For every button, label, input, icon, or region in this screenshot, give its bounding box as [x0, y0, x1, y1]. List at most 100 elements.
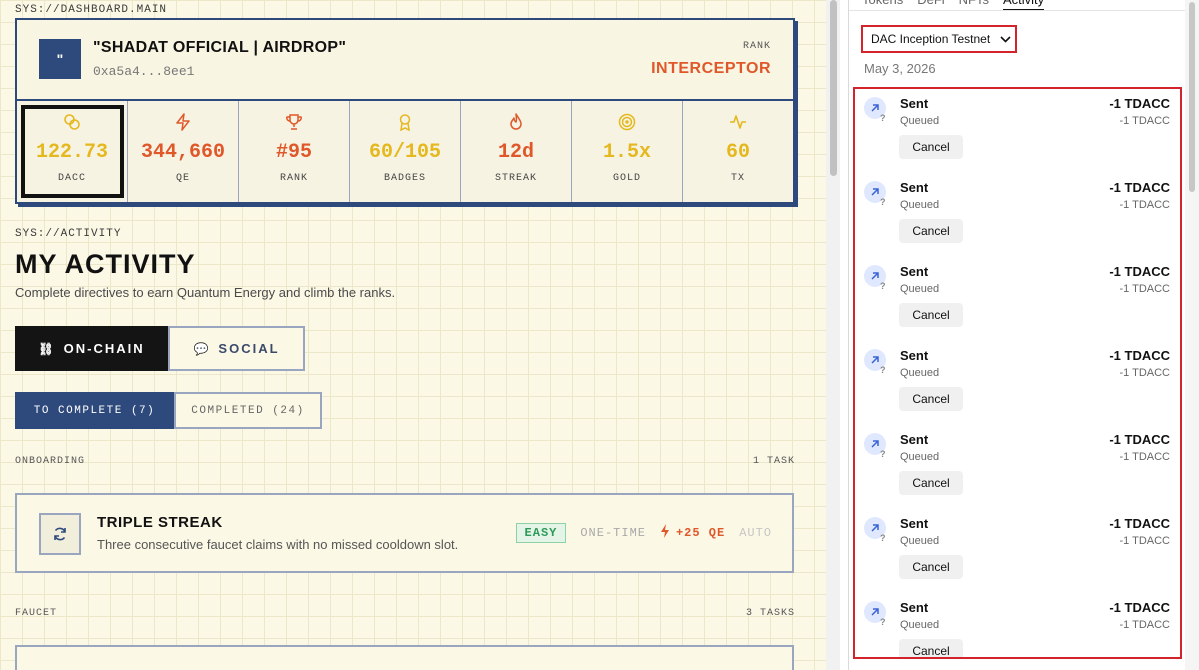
- cancel-button[interactable]: Cancel: [899, 387, 963, 411]
- rank-value: INTERCEPTOR: [651, 60, 771, 77]
- wallet-panel: Tokens DeFi NFTs Activity DAC Inception …: [849, 0, 1199, 670]
- transaction-item[interactable]: ? Sent Queued -1 TDACC -1 TDACC Cancel: [855, 509, 1180, 593]
- network-name: DAC Inception Testnet: [871, 32, 991, 46]
- section-title: ONBOARDING: [15, 456, 86, 467]
- question-icon: ?: [880, 281, 886, 291]
- tx-amount: -1 TDACC: [1109, 600, 1170, 615]
- cancel-button[interactable]: Cancel: [899, 639, 963, 657]
- cancel-button[interactable]: Cancel: [899, 555, 963, 579]
- tx-sub-amount: -1 TDACC: [1119, 115, 1170, 127]
- tab-on-chain[interactable]: ⛓ ON-CHAIN: [15, 326, 168, 371]
- wallet-scrollbar-thumb[interactable]: [1189, 2, 1195, 192]
- stat-label: RANK: [279, 173, 308, 184]
- section-title: FAUCET: [15, 608, 58, 619]
- tx-amount: -1 TDACC: [1109, 264, 1170, 279]
- dashboard-scrollbar-thumb[interactable]: [830, 0, 837, 176]
- dashboard-sys-label: SYS://DASHBOARD.MAIN: [15, 4, 168, 16]
- tx-amount: -1 TDACC: [1109, 180, 1170, 195]
- profile-card: " "SHADAT OFFICIAL | AIRDROP" 0xa5a4...8…: [15, 18, 795, 204]
- tabs-divider: [849, 10, 1185, 11]
- tx-title: Sent: [900, 516, 929, 531]
- stat-label: TX: [730, 173, 745, 184]
- tx-status: Queued: [900, 199, 940, 211]
- stat-dacc[interactable]: 122.73 DACC: [17, 101, 128, 202]
- stat-label: BADGES: [383, 173, 426, 184]
- section-count: 1 TASK: [752, 456, 795, 467]
- tx-sub-amount: -1 TDACC: [1119, 535, 1170, 547]
- tx-title: Sent: [900, 600, 929, 615]
- question-icon: ?: [880, 449, 886, 459]
- tx-amount: -1 TDACC: [1109, 96, 1170, 111]
- task-badges: EASY ONE-TIME +25 QE AUTO: [515, 523, 772, 543]
- tx-title: Sent: [900, 432, 929, 447]
- section-header-faucet: FAUCET 3 TASKS: [15, 608, 795, 619]
- tab-label: ON-CHAIN: [63, 341, 145, 356]
- tx-sub-amount: -1 TDACC: [1119, 619, 1170, 631]
- stat-gold[interactable]: 1.5x GOLD: [572, 101, 683, 202]
- task-title: TRIPLE STREAK: [97, 514, 223, 531]
- dashboard-pane: SYS://DASHBOARD.MAIN " "SHADAT OFFICIAL …: [0, 0, 826, 670]
- stat-tx[interactable]: 60 TX: [683, 101, 793, 202]
- transaction-item[interactable]: ? Sent Queued -1 TDACC -1 TDACC Cancel: [855, 425, 1180, 509]
- stat-value: 60: [725, 141, 750, 164]
- stat-rank[interactable]: #95 RANK: [239, 101, 350, 202]
- target-icon: [618, 113, 636, 133]
- cancel-button[interactable]: Cancel: [899, 135, 963, 159]
- profile-name: "SHADAT OFFICIAL | AIRDROP": [93, 39, 347, 56]
- question-icon: ?: [880, 533, 886, 543]
- stat-value: 60/105: [368, 141, 441, 164]
- transaction-item[interactable]: ? Sent Queued -1 TDACC -1 TDACC Cancel: [855, 257, 1180, 341]
- stat-streak[interactable]: 12d STREAK: [461, 101, 572, 202]
- stat-label: STREAK: [494, 173, 537, 184]
- cancel-button[interactable]: Cancel: [899, 471, 963, 495]
- tab-to-complete[interactable]: TO COMPLETE (7): [15, 392, 174, 429]
- tx-amount: -1 TDACC: [1109, 432, 1170, 447]
- stat-label: DACC: [57, 173, 86, 184]
- tx-status: Queued: [900, 367, 940, 379]
- frequency-badge: ONE-TIME: [580, 526, 646, 540]
- mode-badge: AUTO: [739, 526, 772, 540]
- stat-value: 122.73: [35, 141, 108, 164]
- section-header-onboarding: ONBOARDING 1 TASK: [15, 456, 795, 467]
- stat-label: QE: [175, 173, 190, 184]
- task-description: Three consecutive faucet claims with no …: [97, 537, 459, 552]
- section-count: 3 TASKS: [745, 608, 795, 619]
- question-icon: ?: [880, 113, 886, 123]
- stat-value: 1.5x: [602, 141, 651, 164]
- stat-qe[interactable]: 344,660 QE: [128, 101, 239, 202]
- transaction-item[interactable]: ? Sent Queued -1 TDACC -1 TDACC Cancel: [855, 593, 1180, 657]
- task-card-faucet[interactable]: [15, 645, 794, 670]
- difficulty-badge: EASY: [515, 523, 567, 543]
- transaction-item[interactable]: ? Sent Queued -1 TDACC -1 TDACC Cancel: [855, 341, 1180, 425]
- coins-icon: [63, 113, 81, 133]
- tx-amount: -1 TDACC: [1109, 348, 1170, 363]
- cancel-button[interactable]: Cancel: [899, 303, 963, 327]
- tx-sub-amount: -1 TDACC: [1119, 199, 1170, 211]
- speech-bubble-icon: 💬: [193, 341, 211, 356]
- tx-title: Sent: [900, 348, 929, 363]
- transaction-item[interactable]: ? Sent Queued -1 TDACC -1 TDACC Cancel: [855, 173, 1180, 257]
- bolt-icon: [174, 113, 192, 133]
- transaction-item[interactable]: ? Sent Queued -1 TDACC -1 TDACC Cancel: [855, 89, 1180, 173]
- tab-social[interactable]: 💬 SOCIAL: [168, 326, 305, 371]
- tx-status: Queued: [900, 283, 940, 295]
- task-card-triple-streak[interactable]: TRIPLE STREAK Three consecutive faucet c…: [15, 493, 794, 573]
- date-group-label: May 3, 2026: [864, 61, 936, 76]
- network-select[interactable]: DAC Inception Testnet: [861, 25, 1017, 53]
- tx-sub-amount: -1 TDACC: [1119, 283, 1170, 295]
- wallet-address: 0xa5a4...8ee1: [93, 64, 195, 79]
- cancel-button[interactable]: Cancel: [899, 219, 963, 243]
- stat-badges[interactable]: 60/105 BADGES: [350, 101, 461, 202]
- tx-status: Queued: [900, 535, 940, 547]
- rank-label: RANK: [742, 41, 771, 52]
- tab-label: SOCIAL: [218, 341, 280, 356]
- tx-title: Sent: [900, 180, 929, 195]
- tx-status: Queued: [900, 451, 940, 463]
- stat-value: 12d: [497, 141, 534, 164]
- question-icon: ?: [880, 365, 886, 375]
- bolt-icon: [660, 524, 670, 542]
- tx-sub-amount: -1 TDACC: [1119, 451, 1170, 463]
- tx-sub-amount: -1 TDACC: [1119, 367, 1170, 379]
- tab-completed[interactable]: COMPLETED (24): [174, 392, 322, 429]
- transaction-list: ? Sent Queued -1 TDACC -1 TDACC Cancel ?…: [853, 87, 1182, 659]
